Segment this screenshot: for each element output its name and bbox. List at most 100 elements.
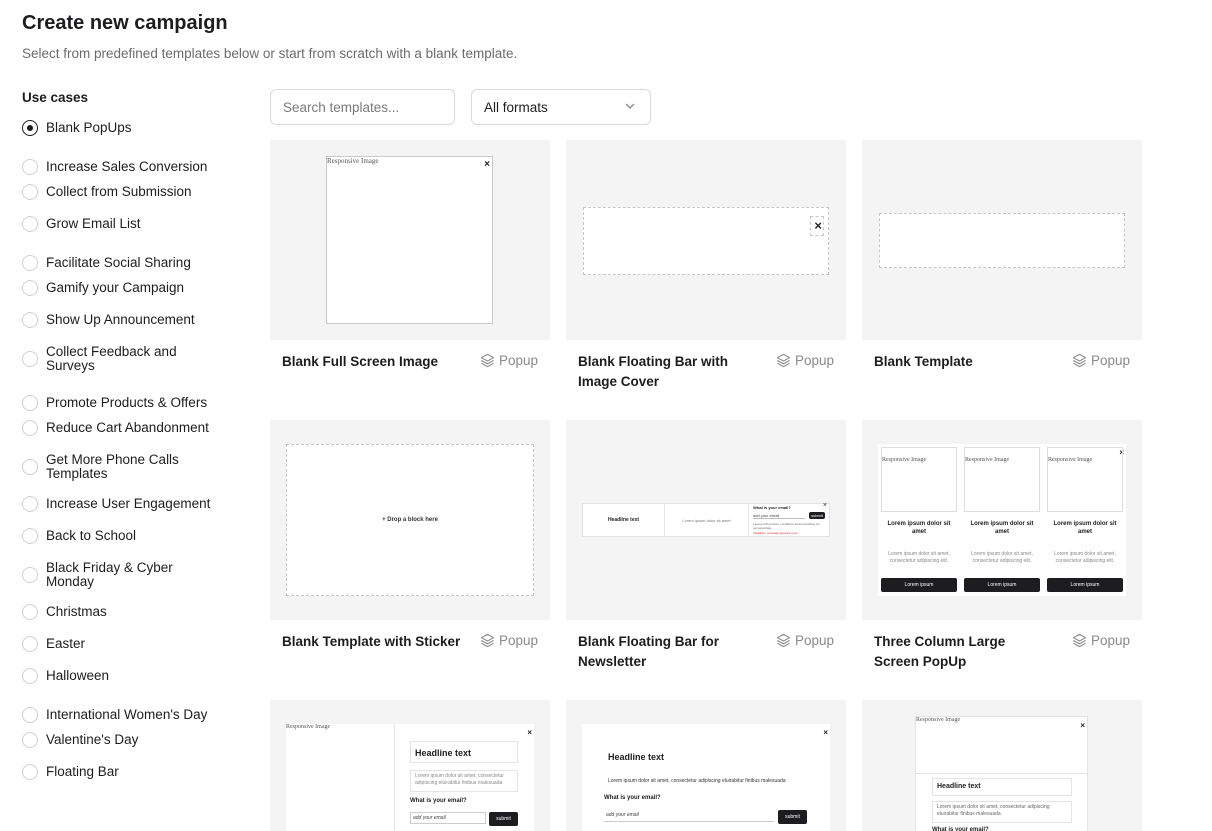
email-question: What is your email? <box>410 798 467 804</box>
template-thumbnail: + Drop a block here <box>270 420 550 620</box>
body-text: Lorem ipsum dolor sit amet, consectetur … <box>608 778 786 784</box>
use-case-option[interactable]: Floating Bar <box>22 764 222 780</box>
radio-button[interactable] <box>22 420 38 436</box>
format-badge-label: Popup <box>498 633 538 648</box>
search-templates-input[interactable] <box>270 89 455 125</box>
template-title: Blank Floating Bar with Image Cover <box>578 354 729 389</box>
broken-image-label: Responsive Image <box>882 457 927 463</box>
use-case-option[interactable]: Collect Feedback and Surveys <box>22 344 222 374</box>
use-case-label: Get More Phone Calls Templates <box>46 452 179 481</box>
use-case-option[interactable]: Collect from Submission <box>22 184 222 200</box>
template-card[interactable]: Responsive Image × Blank Full Screen Ima… <box>270 140 550 369</box>
template-card[interactable]: Responsive Image × Headline text Lorem i… <box>270 700 550 831</box>
template-title: Blank Template with Sticker <box>282 634 461 649</box>
radio-button[interactable] <box>22 255 38 271</box>
use-case-option[interactable]: Christmas <box>22 604 222 620</box>
radio-button[interactable] <box>22 668 38 684</box>
use-case-label: Valentine's Day <box>46 732 139 747</box>
newsletter-bar: Headline text Lorem ipsum dolor sit amet… <box>582 502 830 537</box>
email-question: What is your email? <box>604 795 661 801</box>
radio-button[interactable] <box>22 496 38 512</box>
template-card[interactable]: Blank Template Popup <box>862 140 1142 369</box>
format-badge: Popup <box>776 353 834 368</box>
use-case-option[interactable]: Promote Products & Offers <box>22 388 222 418</box>
use-case-option[interactable]: Gamify your Campaign <box>22 280 222 296</box>
template-card[interactable]: + Drop a block here Blank Template with … <box>270 420 550 649</box>
use-case-option[interactable]: Black Friday & Cyber Monday <box>22 560 222 590</box>
use-case-label: Collect from Submission <box>46 184 192 199</box>
use-case-option[interactable]: Easter <box>22 636 222 652</box>
use-case-option[interactable]: Get More Phone Calls Templates <box>22 452 222 482</box>
column: Responsive Image Lorem ipsum dolor sit a… <box>1047 447 1123 593</box>
radio-button[interactable] <box>22 184 38 200</box>
template-card[interactable]: × Blank Floating Bar with Image Cover Po… <box>566 140 846 389</box>
use-case-label: Back to School <box>46 528 137 543</box>
format-badge-label: Popup <box>498 353 538 368</box>
use-case-option[interactable]: Increase Sales Conversion <box>22 152 222 182</box>
radio-button[interactable] <box>22 351 38 367</box>
use-case-option[interactable]: Reduce Cart Abandonment <box>22 420 222 436</box>
close-icon: × <box>814 218 822 233</box>
template-card[interactable]: × Responsive Image Lorem ipsum dolor sit… <box>862 420 1142 669</box>
radio-button[interactable] <box>22 636 38 652</box>
use-case-option[interactable]: International Women's Day <box>22 700 222 730</box>
use-case-option[interactable]: Valentine's Day <box>22 732 222 748</box>
bar-consent: I agree with privacy, conditions and pro… <box>753 522 820 530</box>
drop-zone-frame: + Drop a block here <box>286 444 534 596</box>
use-case-option[interactable]: Blank PopUps <box>22 120 222 136</box>
format-badge-label: Popup <box>1090 353 1130 368</box>
email-question: What is your email? <box>932 827 989 831</box>
bar-submit: submit <box>809 512 825 519</box>
radio-button[interactable] <box>22 707 38 723</box>
template-thumbnail <box>862 140 1142 340</box>
use-case-label: Black Friday & Cyber Monday <box>46 560 173 589</box>
use-case-label: International Women's Day <box>46 707 208 722</box>
radio-button[interactable] <box>22 312 38 328</box>
use-case-option[interactable]: Back to School <box>22 528 222 544</box>
radio-button[interactable] <box>22 604 38 620</box>
use-case-option[interactable]: Halloween <box>22 668 222 684</box>
column-button: Lorem ipsum <box>964 578 1040 592</box>
close-icon: × <box>484 159 490 170</box>
template-card[interactable]: Responsive Image × Headline text Lorem i… <box>862 700 1142 831</box>
column-heading: Lorem ipsum dolor sit amet <box>970 521 1034 535</box>
broken-image-label: Responsive Image <box>327 157 379 165</box>
radio-button[interactable] <box>22 732 38 748</box>
radio-button[interactable] <box>22 764 38 780</box>
popup-frame: Responsive Image × <box>326 156 493 324</box>
use-case-label: Blank PopUps <box>46 120 132 135</box>
radio-button[interactable] <box>22 567 38 583</box>
radio-button[interactable] <box>22 528 38 544</box>
drop-block-label: + Drop a block here <box>382 517 438 523</box>
use-case-option[interactable]: Grow Email List <box>22 216 222 232</box>
radio-button[interactable] <box>22 280 38 296</box>
template-card[interactable]: × Headline text Lorem ipsum dolor sit am… <box>566 700 846 831</box>
format-badge: Popup <box>480 633 538 648</box>
close-icon: × <box>823 728 828 737</box>
use-case-option[interactable]: Facilitate Social Sharing <box>22 248 222 278</box>
bar-email-input: add your email <box>753 513 805 519</box>
use-case-option[interactable]: Increase User Engagement <box>22 496 222 512</box>
format-badge: Popup <box>1072 633 1130 648</box>
use-case-label: Easter <box>46 636 86 651</box>
use-case-label: Facilitate Social Sharing <box>46 255 191 270</box>
format-select[interactable]: All formats <box>471 89 651 125</box>
radio-button[interactable] <box>22 159 38 175</box>
use-case-option[interactable]: Show Up Announcement <box>22 312 222 328</box>
radio-button[interactable] <box>22 459 38 475</box>
broken-image-label: Responsive Image <box>286 724 331 730</box>
radio-button[interactable] <box>22 216 38 232</box>
format-badge-label: Popup <box>794 633 834 648</box>
format-badge-label: Popup <box>794 353 834 368</box>
radio-button[interactable] <box>22 395 38 411</box>
floating-bar-frame: × <box>583 207 829 275</box>
template-title: Three Column Large Screen PopUp <box>874 634 1006 669</box>
use-case-label: Reduce Cart Abandonment <box>46 420 209 435</box>
template-card[interactable]: Headline text Lorem ipsum dolor sit amet… <box>566 420 846 669</box>
radio-button[interactable] <box>22 120 38 136</box>
format-badge-label: Popup <box>1090 633 1130 648</box>
bar-error: Validation message appears here <box>753 531 798 535</box>
broken-image-label: Responsive Image <box>1048 457 1093 463</box>
split-popup: Responsive Image × Headline text Lorem i… <box>286 724 534 831</box>
headline: Headline text <box>932 778 1072 796</box>
